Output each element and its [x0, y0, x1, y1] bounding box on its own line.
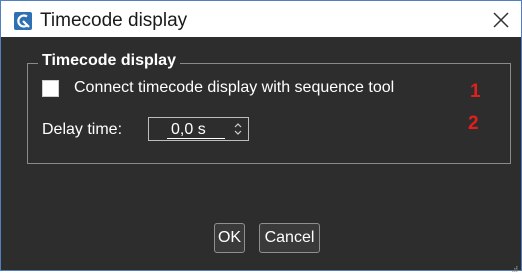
spinbox-underline: [167, 138, 225, 139]
annotation-marker-1: 1: [470, 81, 481, 102]
resize-grip-icon[interactable]: [511, 260, 519, 272]
ok-button[interactable]: OK: [214, 223, 245, 253]
close-icon[interactable]: [487, 6, 515, 34]
groupbox-title: Timecode display: [38, 51, 180, 71]
spin-arrows-icon[interactable]: [232, 122, 244, 136]
delay-time-label: Delay time:: [42, 121, 123, 138]
connect-sequence-label[interactable]: Connect timecode display with sequence t…: [74, 78, 394, 98]
annotation-marker-2: 2: [468, 113, 479, 134]
window-title: Timecode display: [40, 10, 188, 31]
cancel-button[interactable]: Cancel: [259, 223, 320, 253]
delay-time-value[interactable]: 0,0 s: [171, 121, 206, 139]
delay-time-spinbox[interactable]: 0,0 s: [148, 117, 249, 141]
connect-sequence-checkbox[interactable]: [42, 80, 59, 97]
title-bar: Timecode display: [1, 1, 521, 37]
timecode-dialog: Timecode display Timecode display Connec…: [0, 0, 522, 272]
app-logo-icon: [14, 12, 32, 30]
